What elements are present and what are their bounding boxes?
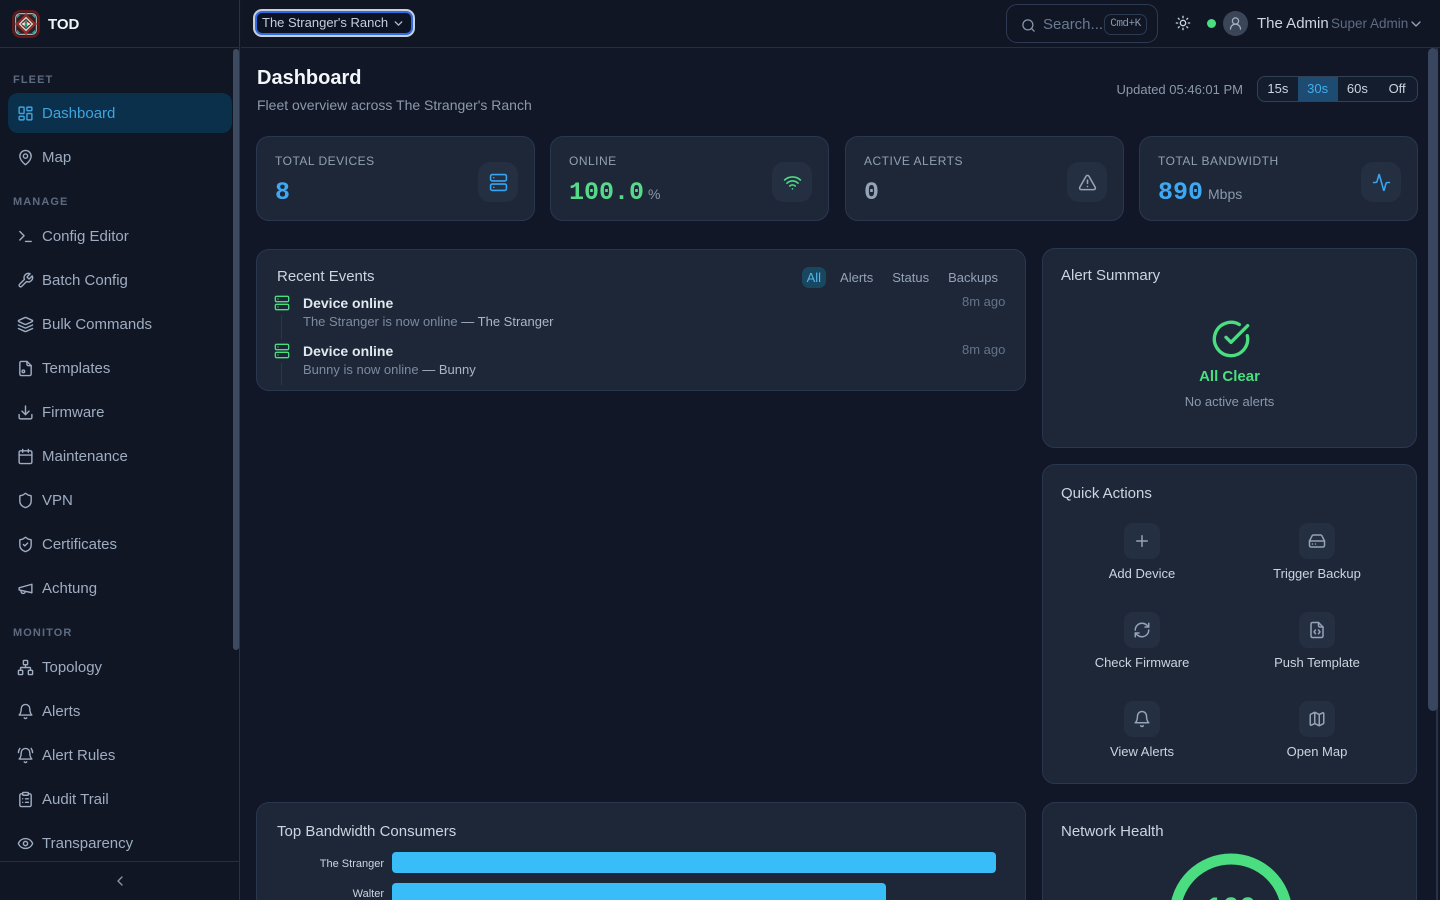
svg-text:100: 100 — [1206, 892, 1256, 900]
